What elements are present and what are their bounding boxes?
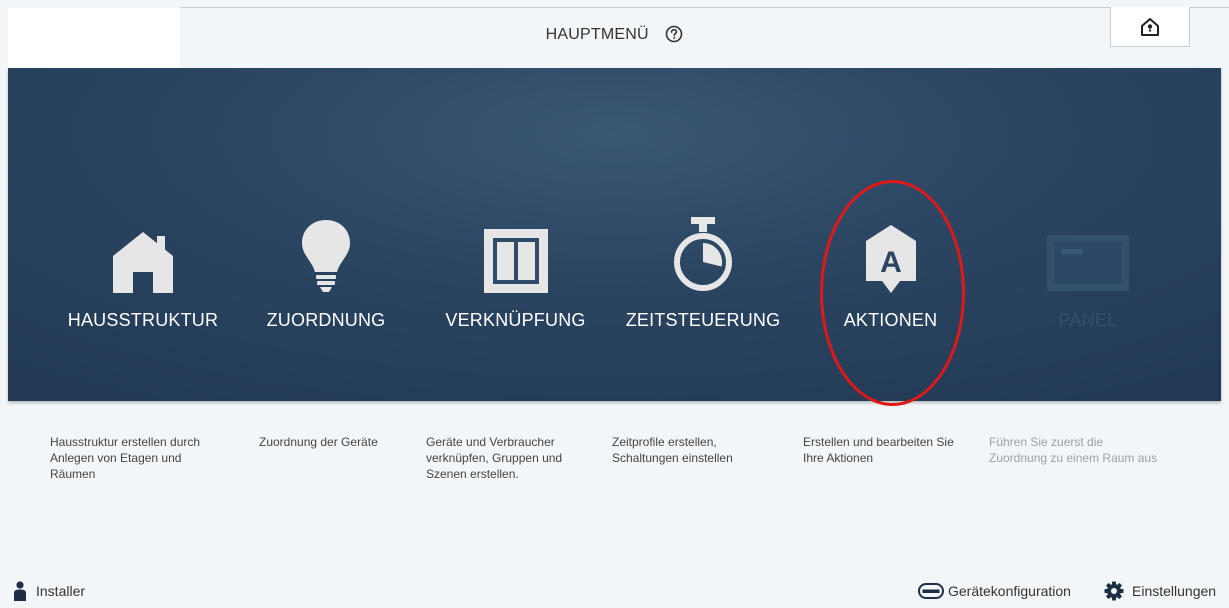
- installer-user-link[interactable]: Installer: [14, 580, 85, 602]
- house-info-icon: [1141, 17, 1159, 36]
- tile-aktionen[interactable]: A AKTIONEN: [818, 208, 963, 338]
- window-panel-icon: [483, 229, 548, 293]
- tile-label: VERKNÜPFUNG: [445, 310, 586, 330]
- title-row: HAUPTMENÜ: [0, 25, 1229, 44]
- home-button[interactable]: [1110, 7, 1190, 47]
- tile-zeitsteuerung[interactable]: ZEITSTEUERUNG: [618, 208, 788, 338]
- tile-icon-wrap: [53, 208, 233, 293]
- page-title: HAUPTMENÜ: [545, 26, 649, 43]
- tile-icon-wrap: A: [818, 208, 963, 293]
- device-config-link[interactable]: Gerätekonfiguration: [918, 580, 1071, 602]
- tile-panel: PANEL: [1013, 208, 1163, 338]
- description-panel: Führen Sie zuerst die Zuordnung zu einem…: [989, 435, 1158, 465]
- header-divider-right: [1190, 7, 1229, 8]
- lightbulb-icon: [302, 220, 350, 292]
- action-a-icon: A: [865, 225, 916, 293]
- tile-icon-wrap: [246, 208, 406, 293]
- device-config-label: Gerätekonfiguration: [948, 583, 1071, 599]
- tile-icon-wrap: [618, 208, 788, 293]
- house-icon: [113, 232, 173, 293]
- header-bar: HAUPTMENÜ: [0, 0, 1229, 68]
- tile-label: PANEL: [1058, 310, 1118, 330]
- tile-label: ZEITSTEUERUNG: [625, 310, 781, 330]
- tile-icon-wrap: [1013, 208, 1163, 293]
- description-aktionen: Erstellen und bearbeiten Sie Ihre Aktion…: [803, 435, 954, 465]
- tile-label: AKTIONEN: [843, 310, 938, 330]
- panel-display-icon: [1047, 235, 1129, 291]
- header-divider: [180, 7, 1110, 8]
- user-icon: [14, 581, 26, 601]
- help-circle-icon[interactable]: [665, 25, 683, 43]
- main-menu-panel: HAUSSTRUKTUR ZUORDNUNG VERKNÜPFUNG ZEITS…: [8, 68, 1221, 406]
- installer-label: Installer: [36, 583, 86, 599]
- settings-link[interactable]: Einstellungen: [1104, 580, 1216, 602]
- description-verknuepfung: Geräte und Verbraucher verknüpfen, Grupp…: [426, 435, 563, 481]
- tile-hausstruktur[interactable]: HAUSSTRUKTUR: [53, 208, 233, 338]
- tile-label: ZUORDNUNG: [266, 310, 386, 330]
- description-zeitsteuerung: Zeitprofile erstellen, Schaltungen einst…: [612, 435, 733, 465]
- description-zuordnung: Zuordnung der Geräte: [259, 435, 378, 449]
- gear-icon: [1104, 581, 1124, 601]
- description-hausstruktur: Hausstruktur erstellen durch Anlegen von…: [50, 435, 201, 481]
- stopwatch-icon: [674, 217, 732, 291]
- tile-icon-wrap: [433, 208, 598, 293]
- svg-text:A: A: [880, 246, 902, 279]
- tile-label: HAUSSTRUKTUR: [67, 310, 219, 330]
- tile-verknuepfung[interactable]: VERKNÜPFUNG: [433, 208, 598, 338]
- device-config-icon: [918, 583, 944, 599]
- settings-label: Einstellungen: [1132, 583, 1217, 599]
- tile-zuordnung[interactable]: ZUORDNUNG: [246, 208, 406, 338]
